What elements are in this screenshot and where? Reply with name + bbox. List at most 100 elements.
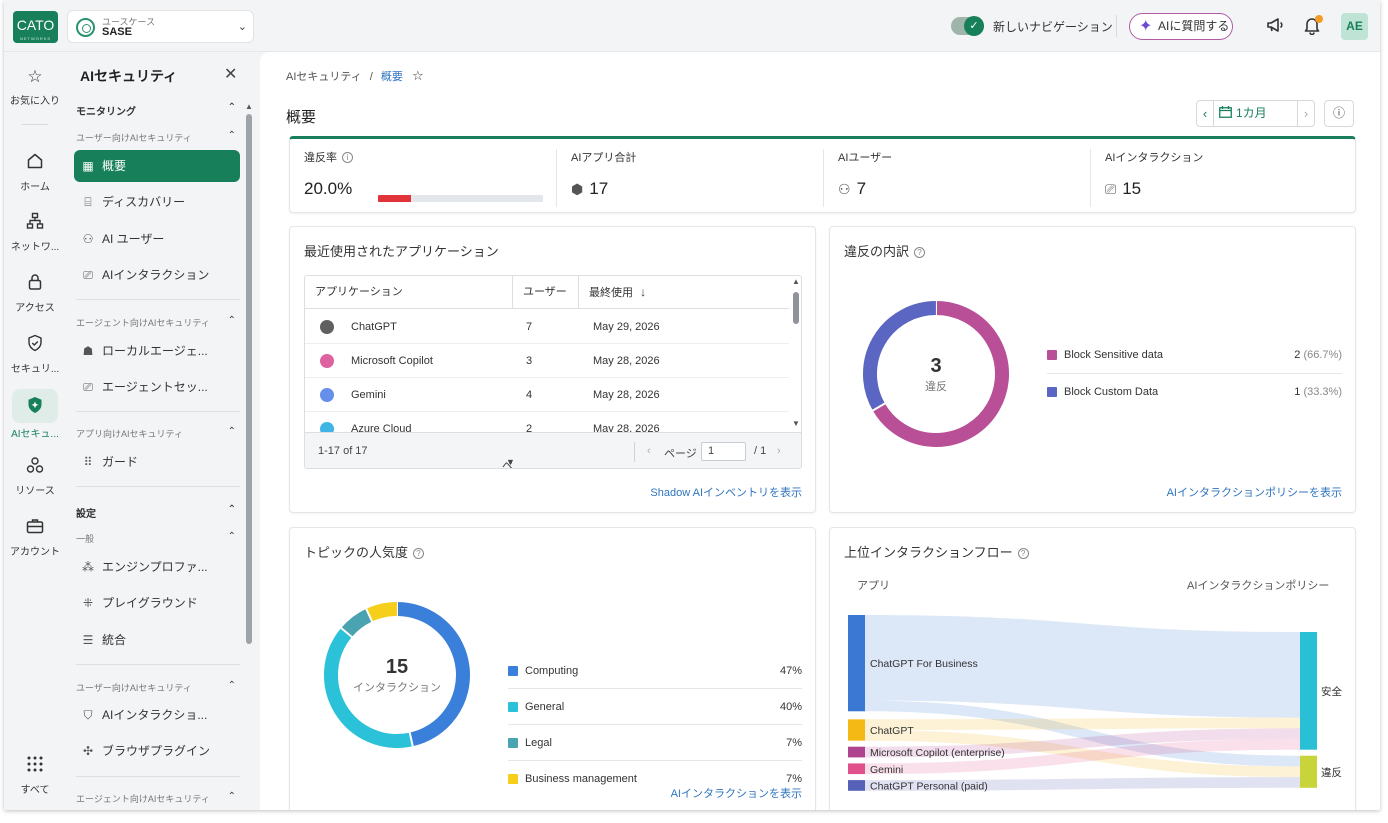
sidebar-item-overview[interactable]: ▦ 概要 [74, 150, 240, 182]
kpi-violation-rate[interactable]: 違反率 i 20.0% [290, 139, 556, 213]
chevron-up-icon: ⌃ [227, 791, 236, 802]
last-used-date: May 28, 2026 [593, 355, 660, 367]
ask-ai-label: AIに質問する [1158, 19, 1230, 33]
info-button[interactable]: ⓘ [1324, 100, 1354, 127]
kpi-ai-users[interactable]: AIユーザー ⚇ 7 [824, 139, 1090, 213]
interactions-total: 15 [385, 656, 409, 678]
scroll-down-arrow[interactable]: ▼ [792, 419, 800, 428]
cato-logo[interactable]: CATO NETWORKS [13, 11, 58, 43]
legend-item[interactable]: General 40% [508, 701, 802, 715]
breadcrumb-current: 概要 [380, 71, 403, 83]
sidebar-item-playground[interactable]: ⁜ プレイグラウンド [74, 587, 240, 619]
flow-target-node[interactable] [1300, 632, 1317, 750]
subsection-user-ai-2[interactable]: ユーザー向けAIセキュリティ ⌃ [76, 680, 236, 694]
help-icon: ? [914, 247, 926, 258]
prev-page-icon[interactable]: ‹ [647, 445, 651, 457]
kpi-ai-interactions[interactable]: AIインタラクション ⎚ 15 [1091, 139, 1357, 213]
violations-total-label: 違反 [925, 381, 947, 393]
donut-slice[interactable] [366, 602, 398, 622]
cube-icon: ⬢ [571, 181, 584, 197]
flow-source-node[interactable] [848, 746, 865, 758]
card-title: 違反の内訳? [844, 241, 926, 260]
legend-item[interactable]: Block Sensitive data 2 (66.7%) [1047, 349, 1342, 363]
sidebar-item-browser-plugin[interactable]: ✣ ブラウザプラグイン [74, 735, 240, 767]
new-navigation-toggle[interactable] [951, 16, 984, 36]
flow-link[interactable] [865, 717, 1300, 730]
breadcrumb-separator: / [369, 71, 373, 83]
subsection-agent-ai[interactable]: エージェント向けAIセキュリティ ⌃ [76, 315, 236, 329]
sidebar-item-ai-interactions[interactable]: ⎚ AIインタラクション [74, 259, 240, 291]
rail-item-ai-security[interactable]: AIセキュ... [4, 389, 66, 440]
legend-item[interactable]: Block Custom Data 1 (33.3%) [1047, 386, 1342, 400]
donut-slice[interactable] [341, 608, 373, 638]
subsection-user-ai[interactable]: ユーザー向けAIセキュリティ ⌃ [76, 130, 236, 144]
column-header-app[interactable]: アプリケーション [305, 276, 513, 309]
sidebar-item-integration[interactable]: ☰ 統合 [74, 624, 240, 656]
rail-item-account[interactable]: アカウント [4, 517, 66, 558]
sidebar-item-local-agents[interactable]: ☗ ローカルエージェ... [74, 335, 240, 367]
view-ai-interaction-policy-link[interactable]: AIインタラクションポリシーを表示 [1167, 484, 1342, 500]
rail-item-home[interactable]: ホーム [4, 152, 66, 193]
table-scrollbar[interactable]: ▲ ▼ [790, 276, 801, 432]
scroll-up-arrow[interactable]: ▲ [792, 277, 800, 286]
section-settings[interactable]: 設定 ⌃ [76, 504, 236, 520]
app-logo-icon [320, 320, 334, 334]
table-row[interactable]: Gemini 4 May 28, 2026 [305, 378, 789, 412]
kpi-ai-apps[interactable]: AIアプリ合計 ⬢ 17 [557, 139, 823, 213]
chevron-up-icon: ⌃ [227, 315, 236, 326]
chevron-up-icon: ⌃ [227, 531, 236, 542]
megaphone-icon[interactable] [1264, 15, 1286, 37]
flow-target-node[interactable] [1300, 755, 1317, 788]
sidebar-item-ai-users[interactable]: ⚇ AI ユーザー [74, 223, 240, 255]
view-ai-interactions-link[interactable]: AIインタラクションを表示 [671, 785, 802, 801]
rail-item-all[interactable]: すべて [4, 755, 66, 796]
page-input[interactable]: 1 [701, 442, 746, 461]
chevron-right-icon[interactable]: › [1297, 101, 1314, 126]
table-row[interactable]: Microsoft Copilot 3 May 28, 2026 [305, 344, 789, 378]
sidebar-scrollbar[interactable]: ▲ ▼ [245, 102, 253, 810]
rail-item-favorites[interactable]: ☆ お気に入り [4, 66, 66, 107]
subsection-app-ai[interactable]: アプリ向けAIセキュリティ ⌃ [76, 426, 236, 440]
ask-ai-button[interactable]: ✦ AIに質問する [1129, 13, 1233, 40]
rail-item-network[interactable]: ネットワ... [4, 212, 66, 253]
flow-source-node[interactable] [848, 780, 865, 791]
next-page-icon[interactable]: › [777, 445, 781, 457]
scroll-up-arrow[interactable]: ▲ [245, 102, 253, 111]
column-header-last-used[interactable]: 最終使用 ↓ [579, 276, 789, 309]
rail-label: セキュリ... [10, 364, 60, 375]
breadcrumb-parent[interactable]: AIセキュリティ [286, 71, 362, 83]
flow-source-node[interactable] [848, 763, 865, 775]
flow-source-node[interactable] [848, 615, 865, 712]
table-row[interactable]: ChatGPT 7 May 29, 2026 [305, 310, 789, 344]
subsection-general[interactable]: 一般 ⌃ [76, 531, 236, 545]
rail-item-resources[interactable]: リソース [4, 456, 66, 497]
chevron-up-icon: ⌃ [227, 504, 236, 515]
date-range-selector[interactable]: ‹ 1カ月 › [1196, 100, 1315, 127]
sidebar-item-ai-interaction-policy[interactable]: ⛉ AIインタラクショ... [74, 699, 240, 731]
rail-item-security[interactable]: セキュリ... [4, 334, 66, 375]
legend-item[interactable]: Legal 7% [508, 737, 802, 751]
scrollbar-thumb[interactable] [793, 292, 799, 324]
scrollbar-thumb[interactable] [246, 114, 252, 644]
sidebar-item-discovery[interactable]: ⌸ ディスカバリー [74, 186, 240, 218]
sidebar-item-agent-sessions[interactable]: ⎚ エージェントセッ... [74, 371, 240, 403]
legend-value: 1 (33.3%) [1294, 386, 1342, 398]
chat-icon: ⎚ [83, 268, 93, 282]
usecase-selector[interactable]: ユースケース SASE ⌄ [67, 10, 254, 43]
column-header-users[interactable]: ユーザー [513, 276, 579, 309]
sidebar-item-guard[interactable]: ⠿ ガード [74, 446, 240, 478]
legend-swatch [508, 738, 518, 748]
favorite-star-icon[interactable]: ☆ [412, 68, 424, 83]
avatar[interactable]: AE [1341, 13, 1368, 40]
home-icon [24, 152, 46, 174]
section-monitoring[interactable]: モニタリング ⌃ [76, 102, 236, 118]
view-shadow-ai-inventory-link[interactable]: Shadow AIインベントリを表示 [650, 484, 802, 500]
chevron-left-icon[interactable]: ‹ [1197, 101, 1214, 126]
flow-source-node[interactable] [848, 719, 865, 741]
sidebar-item-engine-profiles[interactable]: ⁂ エンジンプロファ... [74, 551, 240, 583]
subsection-agent-ai-2[interactable]: エージェント向けAIセキュリティ ⌃ [76, 791, 236, 805]
date-range-value[interactable]: 1カ月 [1219, 101, 1267, 126]
close-icon[interactable]: ✕ [224, 64, 237, 84]
legend-item[interactable]: Computing 47% [508, 665, 802, 679]
rail-item-access[interactable]: アクセス [4, 273, 66, 314]
